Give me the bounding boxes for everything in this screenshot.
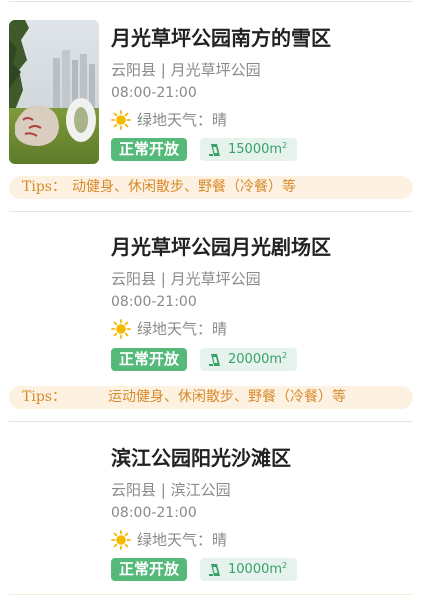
divider xyxy=(9,594,413,595)
sun-icon xyxy=(111,109,131,130)
park-title[interactable]: 月光草坪公园南方的雪区 xyxy=(111,22,331,51)
weather-value: 晴 xyxy=(212,320,228,338)
tips-bar: Tips： 运动健身、休闲散步、野餐（冷餐）等 xyxy=(9,386,413,409)
tips-text: 动健身、休闲散步、野餐（冷餐）等 xyxy=(72,179,296,195)
park-weather: 绿地天气： 晴 xyxy=(111,318,227,339)
park-title[interactable]: 滨江公园阳光沙滩区 xyxy=(111,442,291,471)
area-badge: 15000 m 2 xyxy=(200,138,298,161)
tree-icon xyxy=(209,353,220,366)
area-badge: 20000 m 2 xyxy=(200,348,298,371)
park-weather: 绿地天气： 晴 xyxy=(111,109,227,130)
weather-value: 晴 xyxy=(212,111,228,129)
park-card[interactable]: 滨江公园阳光沙滩区 云阳县 | 滨江公园 08:00-21:00 绿地天气： 晴… xyxy=(0,421,424,596)
park-hours: 08:00-21:00 xyxy=(111,85,197,101)
weather-label: 绿地天气： xyxy=(137,111,213,129)
sun-icon xyxy=(111,529,131,550)
area-value: 10000 xyxy=(228,562,270,577)
park-weather: 绿地天气： 晴 xyxy=(111,529,227,550)
sun-icon xyxy=(111,318,131,339)
status-badge: 正常开放 xyxy=(111,138,188,161)
area-value: 15000 xyxy=(228,142,270,157)
park-location: 云阳县 | 滨江公园 xyxy=(111,481,231,499)
tree-icon xyxy=(209,143,220,156)
park-hours: 08:00-21:00 xyxy=(111,294,197,310)
status-badge: 正常开放 xyxy=(111,348,188,371)
tips-text: 运动健身、休闲散步、野餐（冷餐）等 xyxy=(108,389,346,405)
area-unit: m xyxy=(269,352,283,367)
weather-value: 晴 xyxy=(212,531,228,549)
park-hours: 08:00-21:00 xyxy=(111,505,197,521)
park-title[interactable]: 月光草坪公园月光剧场区 xyxy=(111,231,331,260)
park-location: 云阳县 | 月光草坪公园 xyxy=(111,61,261,79)
area-value: 20000 xyxy=(228,352,270,367)
park-location: 云阳县 | 月光草坪公园 xyxy=(111,270,261,288)
tips-bar: Tips： 动健身、休闲散步、野餐（冷餐）等 xyxy=(9,176,413,199)
park-card[interactable]: 月光草坪公园月光剧场区 云阳县 | 月光草坪公园 08:00-21:00 绿地天… xyxy=(0,211,424,421)
area-unit: m xyxy=(269,142,283,157)
tree-icon xyxy=(209,563,220,576)
area-badge: 10000 m 2 xyxy=(200,558,298,581)
weather-label: 绿地天气： xyxy=(137,531,213,549)
weather-label: 绿地天气： xyxy=(137,320,213,338)
tips-label: Tips： xyxy=(22,389,66,405)
area-unit: m xyxy=(269,562,283,577)
tips-label: Tips： xyxy=(22,179,66,195)
status-badge: 正常开放 xyxy=(111,558,188,581)
park-card[interactable]: 月光草坪公园南方的雪区 云阳县 | 月光草坪公园 08:00-21:00 绿地天… xyxy=(0,0,424,205)
park-thumbnail xyxy=(9,20,99,164)
park-photo xyxy=(9,20,99,164)
